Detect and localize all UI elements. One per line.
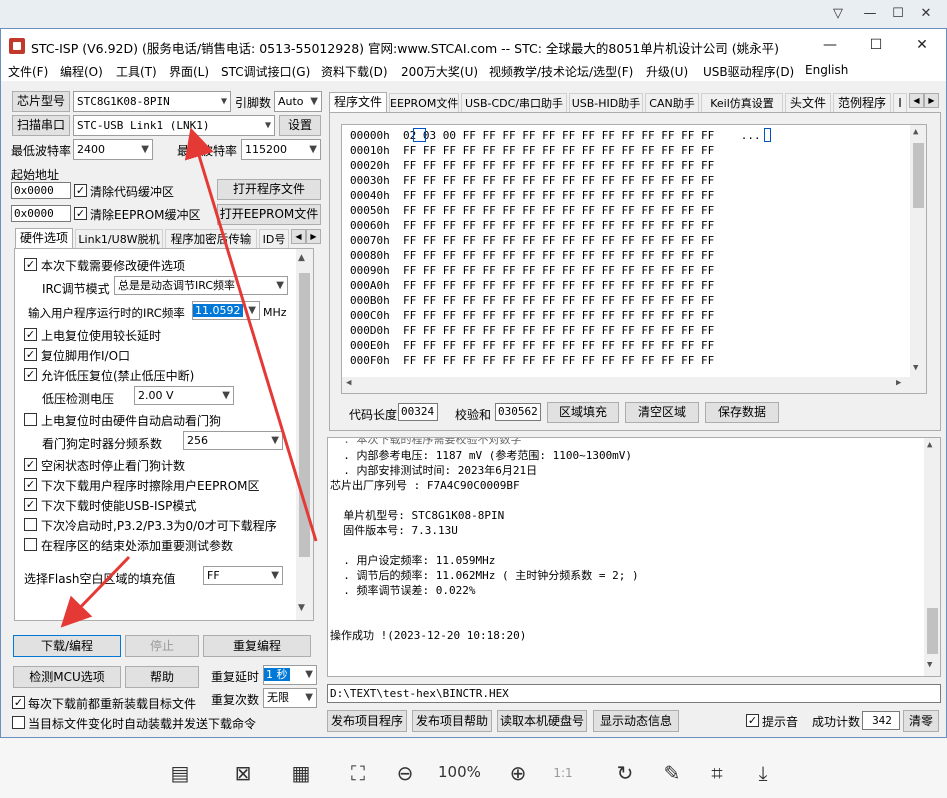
app-window: STC-ISP (V6.92D) (服务电话/销售电话: 0513-550129… (0, 28, 947, 738)
viewer-close-button[interactable]: ✕ (912, 4, 940, 24)
zoom-out-icon[interactable]: ⊖ (392, 760, 418, 786)
viewer-more-icon[interactable]: ▽ (824, 4, 852, 24)
annotation-arrow-to-download (60, 555, 131, 628)
zoom-in-icon[interactable]: ⊕ (505, 760, 531, 786)
fullscreen-icon[interactable]: ⛶ (345, 760, 371, 786)
annotation-arrow-to-port (184, 127, 318, 542)
layout-icon[interactable]: ▤ (167, 760, 193, 786)
viewer-maximize-button[interactable]: ☐ (884, 4, 912, 24)
actual-size-icon[interactable]: 1:1 (550, 760, 576, 786)
annotation-arrows (60, 127, 318, 628)
zoom-level: 100% (438, 763, 481, 781)
ocr-text-icon[interactable]: ▦ (288, 760, 314, 786)
rotate-icon[interactable]: ↻ (612, 760, 638, 786)
download-icon[interactable]: ⤓ (750, 760, 776, 786)
edit-icon[interactable]: ✎ (659, 760, 685, 786)
viewer-toolbar: ▤ ⊠ ▦ ⛶ ⊖ 100% ⊕ 1:1 ↻ ✎ ⌗ ⤓ (0, 738, 947, 798)
crop-icon[interactable]: ⌗ (704, 760, 730, 786)
viewer-top-bar: ▽ — ☐ ✕ (0, 0, 947, 28)
viewer-minimize-button[interactable]: — (856, 4, 884, 24)
fit-screen-icon[interactable]: ⊠ (230, 760, 256, 786)
